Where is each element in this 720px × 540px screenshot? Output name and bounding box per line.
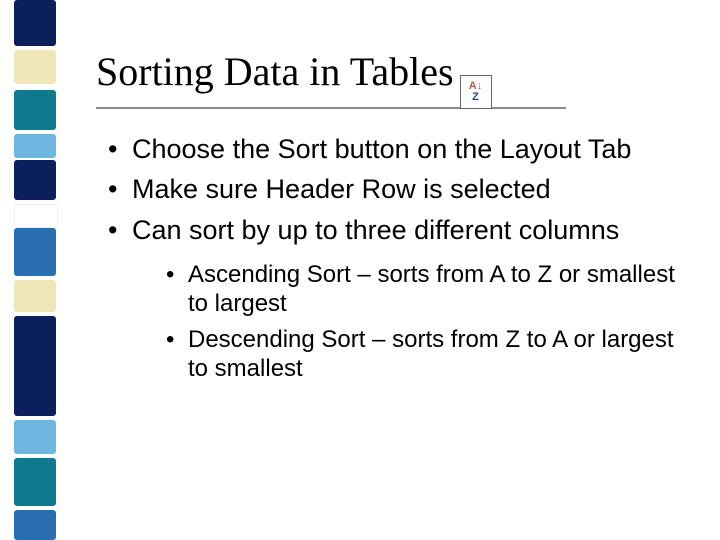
title-underline <box>96 107 566 109</box>
bullet-text: Choose the Sort button on the Layout Tab <box>132 134 631 164</box>
deco-bar <box>14 160 56 200</box>
deco-bar <box>14 510 56 540</box>
deco-bar <box>14 0 56 46</box>
title-line: Sorting Data in Tables A↓ Z <box>96 48 680 105</box>
list-item: Make sure Header Row is selected <box>104 173 680 205</box>
deco-bar <box>14 50 56 84</box>
bullet-text: Can sort by up to three different column… <box>132 215 619 245</box>
slide: Sorting Data in Tables A↓ Z Choose the S… <box>0 0 720 540</box>
left-decorative-bars <box>14 0 56 540</box>
deco-bar <box>14 228 56 276</box>
list-item: Can sort by up to three different column… <box>104 214 680 383</box>
bullet-list-level2: Ascending Sort – sorts from A to Z or sm… <box>132 260 680 383</box>
page-title: Sorting Data in Tables <box>96 48 454 95</box>
sort-icon-glyph-z: Z <box>472 92 479 103</box>
list-item: Choose the Sort button on the Layout Tab <box>104 133 680 165</box>
list-item: Ascending Sort – sorts from A to Z or sm… <box>164 260 680 319</box>
deco-bar <box>14 204 58 228</box>
bullet-text: Ascending Sort – sorts from A to Z or sm… <box>188 261 675 317</box>
list-item: Descending Sort – sorts from Z to A or l… <box>164 325 680 384</box>
bullet-list-level1: Choose the Sort button on the Layout Tab… <box>96 133 680 383</box>
sort-icon: A↓ Z <box>460 75 492 109</box>
deco-bar <box>14 458 56 506</box>
content-area: Sorting Data in Tables A↓ Z Choose the S… <box>96 48 680 391</box>
deco-bar <box>14 280 56 312</box>
bullet-text: Make sure Header Row is selected <box>132 174 551 204</box>
deco-bar <box>14 134 56 158</box>
deco-bar <box>14 90 56 130</box>
bullet-text: Descending Sort – sorts from Z to A or l… <box>188 326 674 382</box>
deco-bar <box>14 420 56 454</box>
deco-bar <box>14 316 56 416</box>
